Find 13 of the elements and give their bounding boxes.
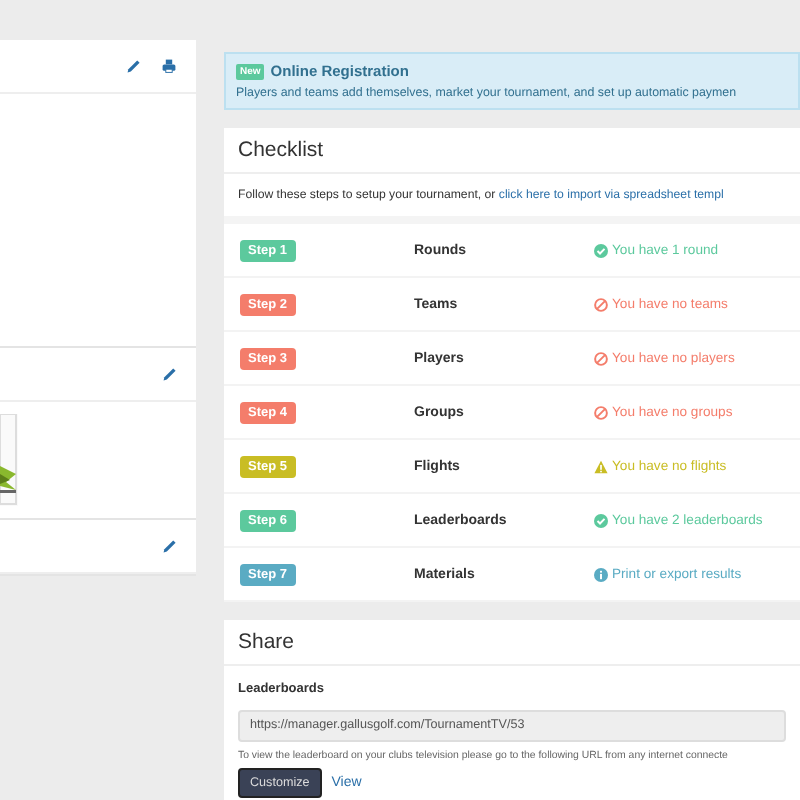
printer-icon[interactable] xyxy=(160,58,178,74)
warning-icon xyxy=(594,459,608,473)
check-icon xyxy=(594,243,608,257)
ban-icon xyxy=(594,351,608,365)
info-icon xyxy=(594,567,608,581)
panel-title: Share xyxy=(224,620,800,666)
check-icon xyxy=(594,513,608,527)
pencil-icon[interactable] xyxy=(126,58,142,74)
pencil-icon[interactable] xyxy=(162,538,178,554)
panel-title: Checklist xyxy=(224,128,800,174)
pencil-icon[interactable] xyxy=(162,366,178,382)
ban-icon xyxy=(594,297,608,311)
ban-icon xyxy=(594,405,608,419)
